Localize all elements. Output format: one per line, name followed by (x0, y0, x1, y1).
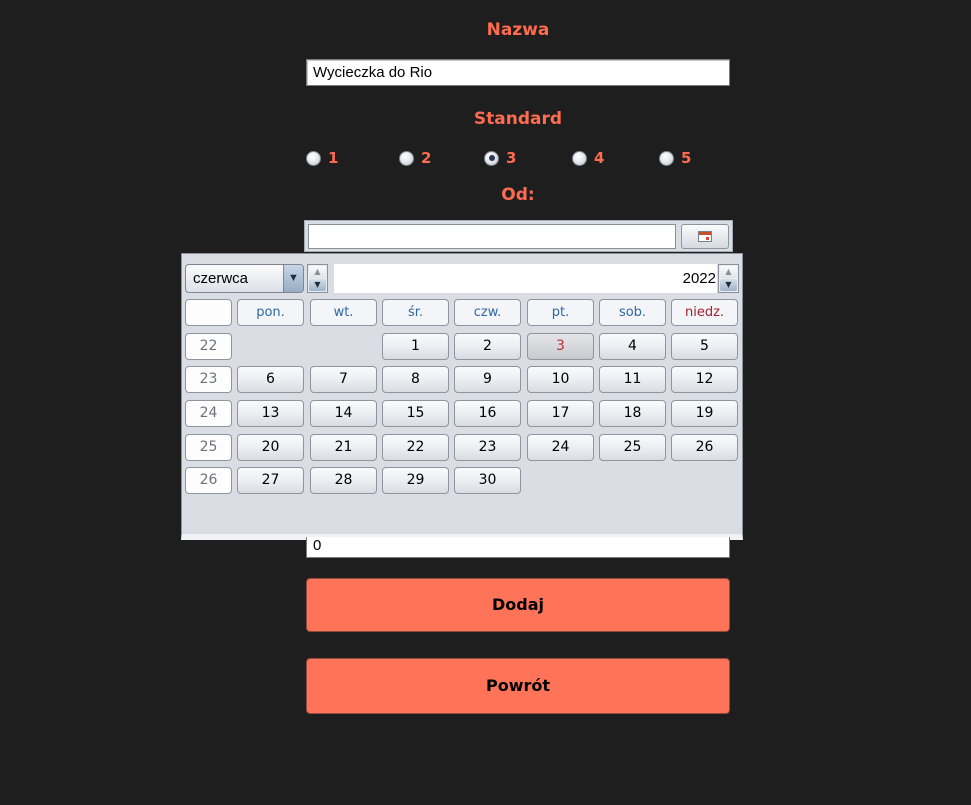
day-button[interactable]: 21 (310, 434, 377, 461)
standard-radio-4[interactable]: 4 (572, 148, 604, 168)
radio-circle-icon[interactable] (306, 150, 321, 166)
day-button[interactable]: 13 (237, 400, 304, 427)
weekday-header: sob. (599, 299, 666, 326)
day-button[interactable]: 27 (237, 467, 304, 494)
from-label: Od: (501, 185, 535, 205)
day-button[interactable]: 11 (599, 366, 666, 393)
day-button[interactable]: 4 (599, 333, 666, 360)
standard-radio-label: 4 (594, 149, 605, 167)
day-button[interactable]: 29 (382, 467, 449, 494)
back-button[interactable]: Powrót (306, 658, 730, 714)
standard-radio-3[interactable]: 3 (484, 148, 516, 168)
standard-radio-5[interactable]: 5 (659, 148, 691, 168)
calendar-icon (698, 231, 712, 242)
day-button[interactable]: 20 (237, 434, 304, 461)
weekday-header: niedz. (671, 299, 738, 326)
chevron-down-icon[interactable]: ▼ (283, 265, 303, 292)
triangle-down-icon[interactable]: ▼ (309, 279, 326, 291)
day-button[interactable]: 18 (599, 400, 666, 427)
weekday-header: pon. (237, 299, 304, 326)
day-button[interactable]: 22 (382, 434, 449, 461)
day-button[interactable]: 28 (310, 467, 377, 494)
triangle-down-icon[interactable]: ▼ (720, 279, 737, 291)
month-value: czerwca (193, 270, 249, 287)
year-spinner[interactable]: ▲ ▼ (718, 264, 739, 293)
day-button[interactable]: 14 (310, 400, 377, 427)
week-number: 25 (185, 434, 232, 461)
day-button[interactable]: 12 (671, 366, 738, 393)
day-button[interactable]: 23 (454, 434, 521, 461)
radio-selected-icon[interactable] (484, 150, 499, 166)
day-button[interactable]: 7 (310, 366, 377, 393)
weekday-header: czw. (454, 299, 521, 326)
number-input[interactable]: 0 (306, 537, 730, 558)
standard-radio-label: 3 (506, 149, 517, 167)
day-button[interactable]: 30 (454, 467, 521, 494)
standard-radio-2[interactable]: 2 (399, 148, 431, 168)
add-button[interactable]: Dodaj (306, 578, 730, 632)
standard-radio-label: 2 (421, 149, 432, 167)
standard-radio-label: 5 (681, 149, 692, 167)
day-button[interactable]: 25 (599, 434, 666, 461)
standard-radio-1[interactable]: 1 (306, 148, 338, 168)
month-select[interactable]: czerwca ▼ (185, 264, 304, 293)
from-date-input[interactable] (308, 224, 676, 249)
day-button-today[interactable]: 3 (527, 333, 594, 360)
standard-label: Standard (473, 109, 563, 129)
week-number: 26 (185, 467, 232, 494)
day-button[interactable]: 8 (382, 366, 449, 393)
week-number: 22 (185, 333, 232, 360)
day-button[interactable]: 10 (527, 366, 594, 393)
week-number: 23 (185, 366, 232, 393)
day-button[interactable]: 9 (454, 366, 521, 393)
year-field[interactable]: 2022 (334, 264, 717, 293)
day-button[interactable]: 26 (671, 434, 738, 461)
radio-circle-icon[interactable] (659, 150, 674, 166)
triangle-up-icon[interactable]: ▲ (720, 266, 737, 278)
radio-circle-icon[interactable] (572, 150, 587, 166)
day-button[interactable]: 17 (527, 400, 594, 427)
week-header (185, 299, 232, 326)
weekday-header: pt. (527, 299, 594, 326)
day-button[interactable]: 15 (382, 400, 449, 427)
triangle-up-icon[interactable]: ▲ (309, 266, 326, 278)
standard-radio-label: 1 (328, 149, 339, 167)
day-button[interactable]: 6 (237, 366, 304, 393)
week-number: 24 (185, 400, 232, 427)
day-button[interactable]: 16 (454, 400, 521, 427)
calendar-button[interactable] (681, 224, 729, 249)
day-button[interactable]: 5 (671, 333, 738, 360)
weekday-header: wt. (310, 299, 377, 326)
name-input[interactable]: Wycieczka do Rio (306, 59, 730, 86)
radio-circle-icon[interactable] (399, 150, 414, 166)
name-label: Nazwa (486, 20, 550, 40)
day-button[interactable]: 19 (671, 400, 738, 427)
day-button[interactable]: 2 (454, 333, 521, 360)
weekday-header: śr. (382, 299, 449, 326)
day-button[interactable]: 24 (527, 434, 594, 461)
calendar-popup: czerwca ▼ ▲ ▼ 2022 ▲ ▼ pon. wt. śr. czw. pt.… (181, 253, 743, 540)
day-button[interactable]: 1 (382, 333, 449, 360)
date-picker (304, 220, 733, 252)
month-spinner[interactable]: ▲ ▼ (307, 264, 328, 293)
